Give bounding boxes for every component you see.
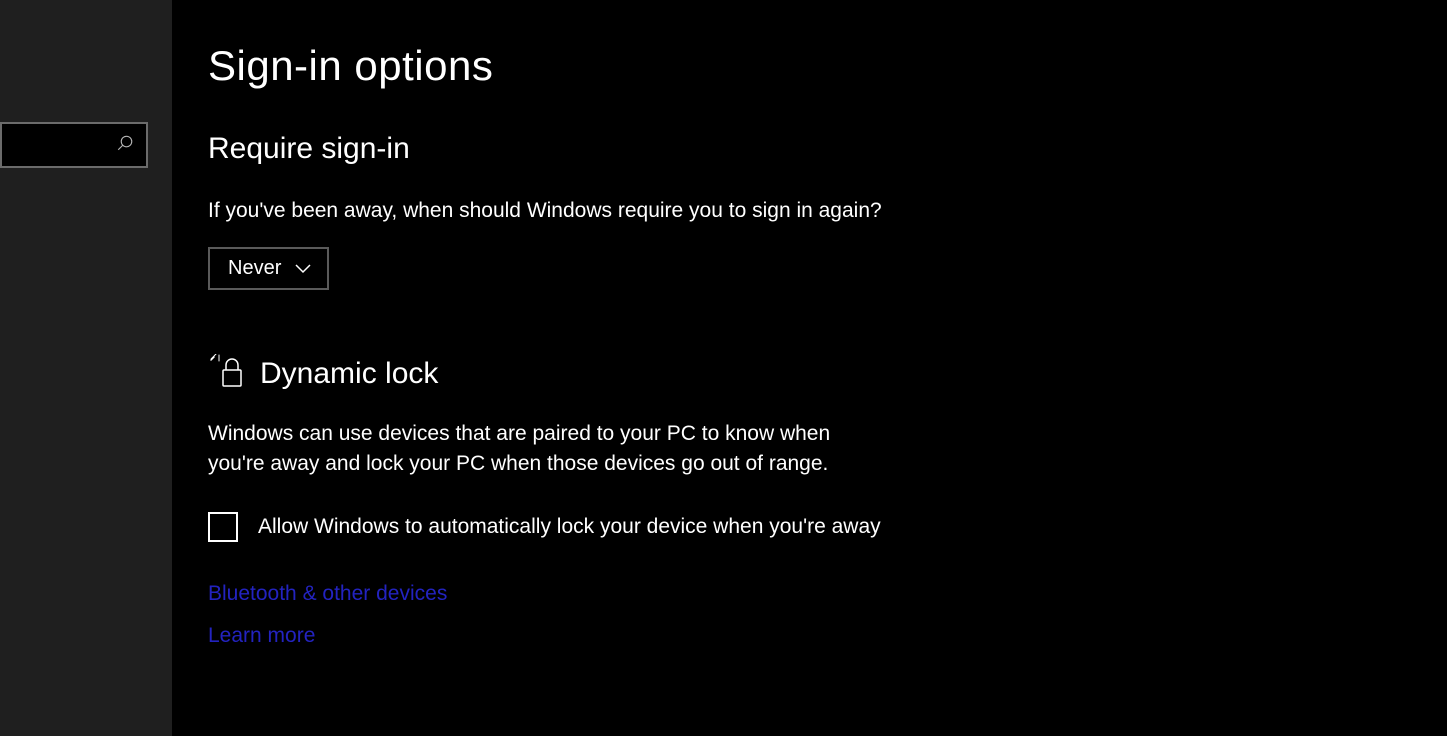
search-input[interactable] [0,122,148,168]
page-title: Sign-in options [208,42,1447,90]
search-icon [116,134,134,157]
dynamic-lock-checkbox-row[interactable]: Allow Windows to automatically lock your… [208,512,1447,542]
dynamic-lock-desc: Windows can use devices that are paired … [208,419,848,478]
dynamic-lock-header: Dynamic lock [208,354,1447,393]
require-signin-desc: If you've been away, when should Windows… [208,196,928,225]
link-learn-more[interactable]: Learn more [208,624,1447,648]
require-signin-title: Require sign-in [208,132,1447,166]
chevron-down-icon [295,257,311,280]
require-signin-selected: Never [228,257,281,280]
main-content: Sign-in options Require sign-in If you'v… [172,0,1447,736]
dynamic-lock-icon [208,354,246,393]
link-bluetooth-devices[interactable]: Bluetooth & other devices [208,582,1447,606]
dynamic-lock-checkbox-label: Allow Windows to automatically lock your… [258,515,881,539]
dynamic-lock-title: Dynamic lock [260,357,438,391]
require-signin-select[interactable]: Never [208,247,329,290]
dynamic-lock-checkbox[interactable] [208,512,238,542]
sidebar [0,0,172,736]
